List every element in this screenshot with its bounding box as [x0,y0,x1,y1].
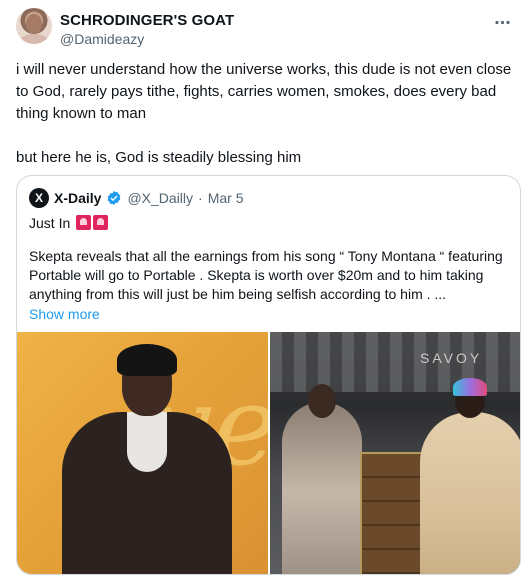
quoted-author-handle[interactable]: @X_Dailly [127,190,193,206]
tweet-paragraph-1: i will never understand how the universe… [16,61,512,122]
just-in-label: Just In [29,215,71,231]
show-more-link[interactable]: Show more [29,305,509,324]
more-horizontal-icon [494,20,510,24]
verified-badge-icon [106,190,122,206]
avatar-shirt [20,34,48,44]
media-image-skepta[interactable]: ve [17,332,268,574]
quoted-date[interactable]: Mar 5 [208,190,244,206]
tweet-card: SCHRODINGER'S GOAT @Damideazy i will nev… [0,0,526,575]
quoted-author-avatar[interactable]: X [29,188,49,208]
avatar-face [26,14,42,34]
author-handle[interactable]: @Damideazy [60,31,144,47]
fur-coat-left [282,402,362,574]
media-image-savoy[interactable]: SAVOY [270,332,520,574]
shirt-collar [127,412,167,472]
savoy-sign: SAVOY [420,350,483,366]
author-name[interactable]: SCHRODINGER'S GOAT [60,12,234,29]
fur-coat-right [420,412,520,574]
separator-dot: · [198,190,203,206]
quoted-author-name[interactable]: X-Daily [54,190,101,206]
police-light-emoji [76,215,92,230]
quoted-text: Just In Skepta reveals that all the earn… [29,214,509,324]
quoted-media[interactable]: ve SAVOY [17,332,520,574]
tweet-paragraph-2: but here he is, God is steadily blessing… [16,149,302,166]
more-options-button[interactable] [490,10,514,34]
quoted-tweet[interactable]: X X-Daily @X_Dailly · Mar 5 Just In Skep… [16,175,521,575]
person-head-left [308,384,336,418]
quoted-tweet-header: X X-Daily @X_Dailly · Mar 5 [29,188,244,208]
police-light-emoji [93,215,109,230]
tweet-text: i will never understand how the universe… [16,59,516,169]
quoted-body: Skepta reveals that all the earnings fro… [29,248,503,302]
durag-shape [117,344,177,376]
colorful-beanie [453,378,487,396]
just-in-line: Just In [29,214,509,233]
author-avatar[interactable] [16,8,52,44]
